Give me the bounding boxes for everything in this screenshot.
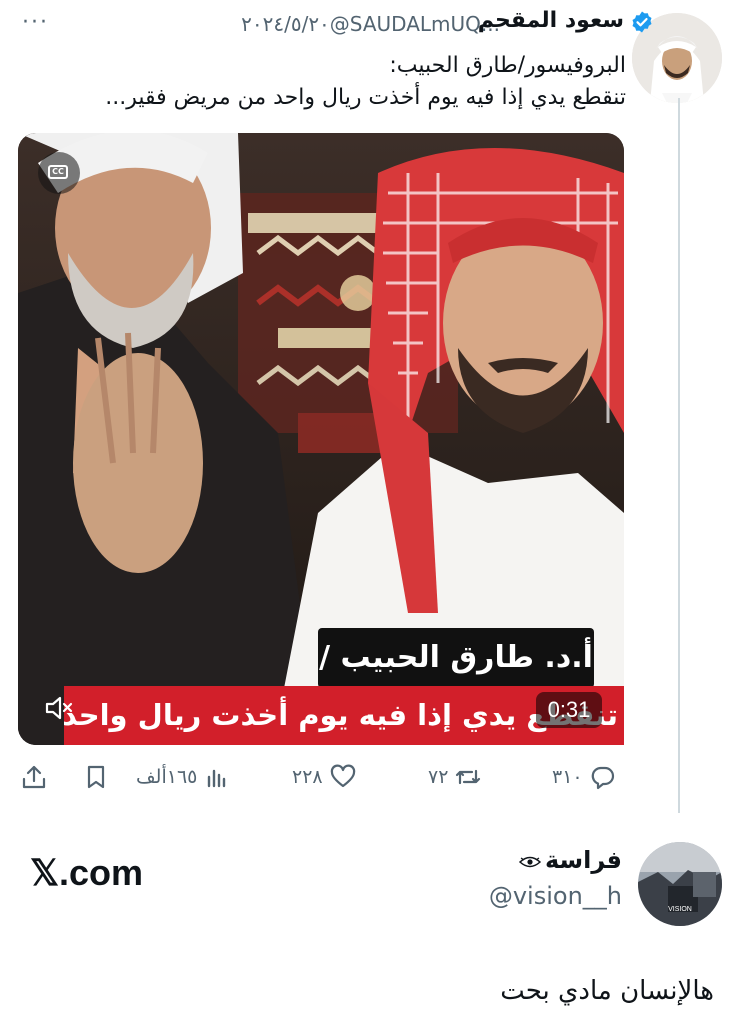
video-time: 0:31 bbox=[536, 692, 602, 728]
share-icon bbox=[22, 765, 46, 789]
thread-line bbox=[678, 98, 680, 813]
bookmark-action[interactable] bbox=[82, 760, 110, 794]
handle-text[interactable]: @SAUDALmUQ... bbox=[330, 12, 500, 36]
reply-author-name[interactable]: فراسة bbox=[518, 846, 622, 875]
eye-icon bbox=[518, 847, 542, 875]
reply-action[interactable]: ٣١٠ bbox=[552, 760, 617, 794]
cc-icon: CC bbox=[48, 165, 68, 179]
closed-captions-button[interactable]: CC bbox=[38, 152, 80, 194]
retweet-count: ٧٢ bbox=[428, 766, 449, 788]
views-count: ١٦٥ألف bbox=[136, 766, 198, 788]
views-action[interactable]: ١٦٥ألف bbox=[136, 760, 231, 794]
reply-author-handle[interactable]: @vision__h bbox=[489, 882, 622, 910]
share-action[interactable] bbox=[20, 760, 48, 794]
retweet-icon bbox=[456, 769, 481, 785]
video-name-overlay: أ.د. طارق الحبيب / bbox=[318, 628, 594, 688]
like-action[interactable]: ٢٢٨ bbox=[292, 760, 357, 794]
reply-author-name-text: فراسة bbox=[544, 846, 622, 874]
analytics-icon bbox=[208, 769, 226, 788]
author-handle-and-date[interactable]: ٢٠٢٤/٥/٢٠@SAUDALmUQ... bbox=[241, 12, 500, 36]
bookmark-icon bbox=[87, 765, 105, 789]
tweet-text-line-1: البروفيسور/طارق الحبيب: bbox=[389, 53, 626, 78]
tweet-text: البروفيسور/طارق الحبيب: تنقطع يدي إذا في… bbox=[16, 50, 626, 114]
reply-count: ٣١٠ bbox=[552, 766, 583, 788]
reply-icon bbox=[591, 766, 614, 790]
more-options-icon[interactable]: ··· bbox=[22, 10, 49, 35]
reply-text: هالإنسان مادي بحت bbox=[500, 976, 714, 1006]
heart-icon bbox=[330, 764, 355, 788]
reply-author-avatar[interactable]: VISION bbox=[638, 842, 722, 926]
x-com-watermark: 𝕏.com bbox=[30, 852, 144, 893]
tweet-text-line-2: تنقطع يدي إذا فيه يوم أخذت ريال واحد من … bbox=[105, 85, 626, 110]
retweet-action[interactable]: ٧٢ bbox=[428, 760, 482, 794]
like-count: ٢٢٨ bbox=[292, 766, 323, 788]
tweet-date[interactable]: ٢٠٢٤/٥/٢٠ bbox=[241, 12, 330, 36]
verified-badge-icon bbox=[630, 10, 654, 34]
avatar-caption: VISION bbox=[668, 906, 692, 913]
volume-mute-icon[interactable] bbox=[42, 691, 76, 725]
